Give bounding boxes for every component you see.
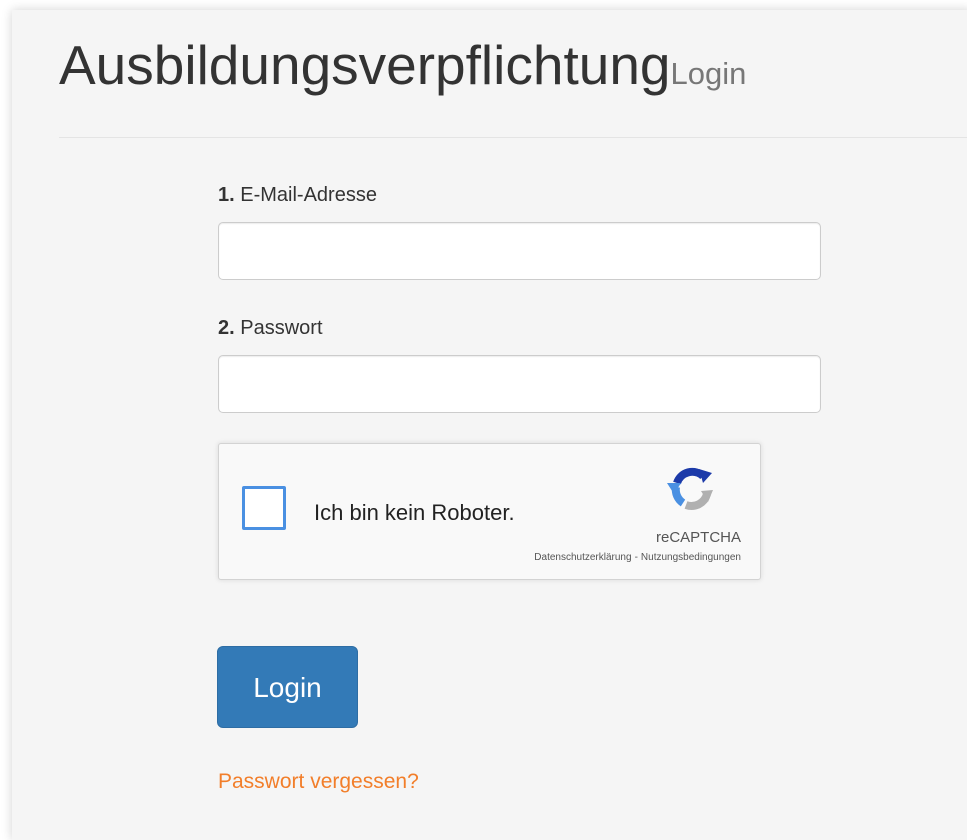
- password-label-number: 2.: [218, 317, 235, 339]
- login-button[interactable]: Login: [217, 646, 358, 728]
- recaptcha-logo-icon: [667, 467, 713, 510]
- login-panel: [12, 10, 967, 840]
- page-title: AusbildungsverpflichtungLogin: [59, 32, 746, 107]
- recaptcha-checkbox-label: Ich bin kein Roboter.: [314, 500, 515, 525]
- email-field[interactable]: [218, 222, 821, 280]
- email-label: 1. E-Mail-Adresse: [218, 183, 377, 207]
- page-title-text: Ausbildungsverpflichtung: [59, 34, 671, 96]
- recaptcha-links: Datenschutzerklärung - Nutzungsbedingungen: [534, 551, 741, 565]
- title-divider: [59, 137, 967, 138]
- password-label-text: Passwort: [240, 317, 323, 339]
- password-label: 2. Passwort: [218, 316, 323, 340]
- page-subtitle: Login: [670, 56, 747, 91]
- terms-link[interactable]: Nutzungsbedingungen: [641, 552, 741, 563]
- privacy-link[interactable]: Datenschutzerklärung: [534, 552, 631, 563]
- email-label-text: E-Mail-Adresse: [240, 184, 377, 206]
- recaptcha-checkbox[interactable]: [242, 486, 286, 530]
- password-field[interactable]: [218, 355, 821, 413]
- recaptcha-brand: reCAPTCHA: [655, 529, 741, 546]
- email-label-number: 1.: [218, 184, 235, 206]
- recaptcha-link-separator: -: [634, 552, 638, 563]
- recaptcha-widget: Ich bin kein Roboter. reCAPTCHA Datensch…: [218, 443, 761, 580]
- forgot-password-link[interactable]: Passwort vergessen?: [218, 769, 419, 795]
